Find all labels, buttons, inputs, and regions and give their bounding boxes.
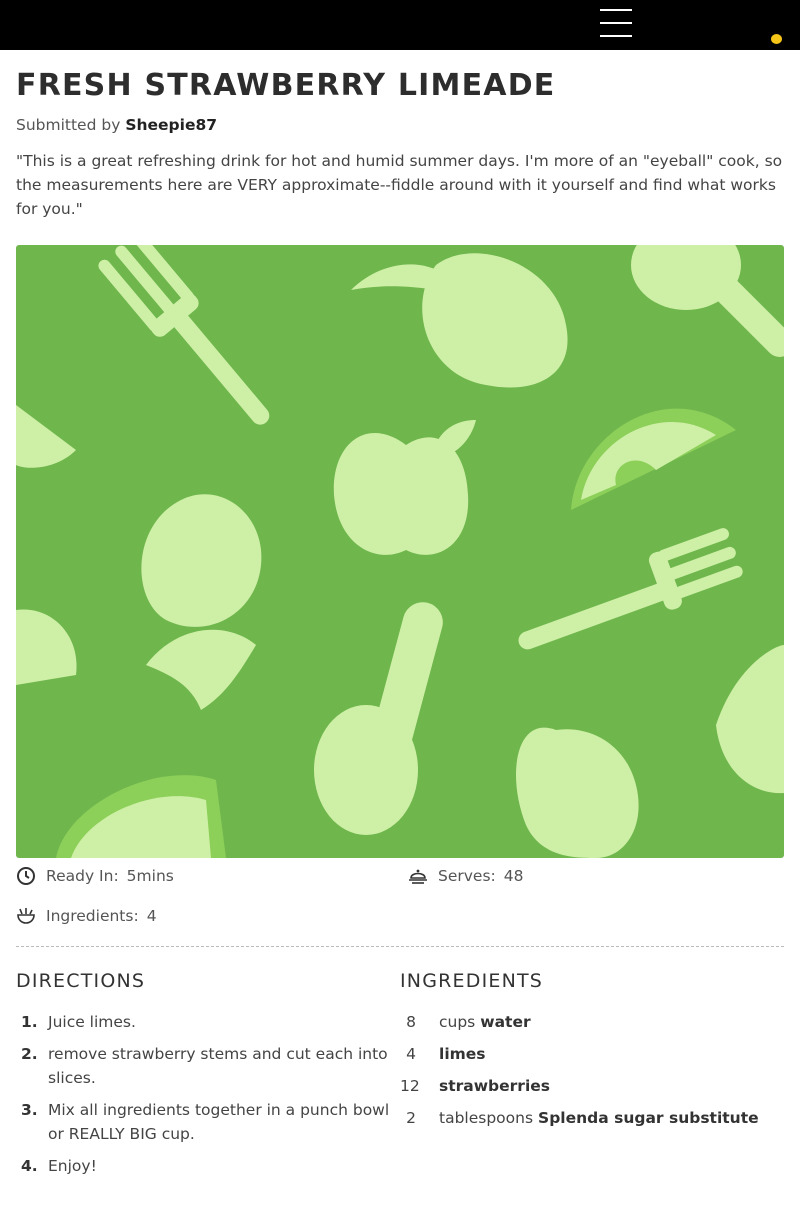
ready-in-label: Ready In: <box>46 867 119 885</box>
clock-icon <box>17 867 35 885</box>
menu-line <box>600 22 632 24</box>
ingredients-heading: INGREDIENTS <box>400 970 544 992</box>
strawberry-illustration <box>351 253 568 388</box>
ready-in-value: 5mins <box>126 867 174 885</box>
direction-step: 3. Mix all ingredients together in a pun… <box>16 1098 396 1146</box>
lime-wedge-illustration <box>56 775 226 858</box>
lime-slice-illustration <box>16 405 76 468</box>
step-text: Enjoy! <box>48 1157 97 1175</box>
direction-step: 2. remove strawberry stems and cut each … <box>16 1042 396 1090</box>
ready-in-info: Ready In: 5mins <box>16 866 174 886</box>
author-link[interactable]: Sheepie87 <box>125 116 217 134</box>
fork-illustration <box>518 528 743 650</box>
ingredient-unit: cups <box>439 1013 476 1031</box>
strawberry-illustration <box>141 494 262 710</box>
spoon-illustration <box>631 245 784 357</box>
submitted-by-label: Submitted by <box>16 116 121 134</box>
serves-info: Serves: 48 <box>408 866 524 886</box>
directions-heading: DIRECTIONS <box>16 970 146 992</box>
ingredient-quantity: 12 <box>400 1077 420 1095</box>
ingredient-item: 8 cups water <box>400 1010 784 1034</box>
spoon-illustration <box>314 602 443 835</box>
ingredient-name: strawberries <box>439 1077 551 1095</box>
hamburger-menu-icon[interactable] <box>598 8 634 38</box>
step-text: remove strawberry stems and cut each int… <box>48 1045 388 1087</box>
recipe-title: FRESH STRAWBERRY LIMEADE <box>16 68 556 103</box>
lemon-slice-illustration <box>16 609 77 685</box>
apple-illustration <box>333 420 476 555</box>
step-number: 1. <box>21 1013 38 1031</box>
step-text: Mix all ingredients together in a punch … <box>48 1101 390 1143</box>
food-pattern-illustration <box>16 245 784 858</box>
ingredient-item: 2 tablespoons Splenda sugar substitute <box>400 1106 784 1130</box>
ingredient-name: limes <box>439 1045 486 1063</box>
lemon-wedge-illustration <box>716 645 784 794</box>
section-divider <box>16 946 784 947</box>
ingredients-count-value: 4 <box>146 907 157 925</box>
serving-dish-icon <box>409 869 427 884</box>
step-number: 3. <box>21 1101 38 1119</box>
ingredients-bowl-icon <box>17 908 35 924</box>
apple-illustration <box>516 727 639 858</box>
step-number: 2. <box>21 1045 38 1063</box>
serves-value: 48 <box>503 867 524 885</box>
step-text: Juice limes. <box>48 1013 136 1031</box>
lime-wedge-illustration <box>571 408 736 510</box>
menu-line <box>600 9 632 11</box>
direction-step: 4. Enjoy! <box>16 1154 396 1178</box>
ingredients-list: 8 cups water 4 limes 12 strawberries 2 t… <box>400 1010 784 1138</box>
ingredient-quantity: 2 <box>406 1109 416 1127</box>
ingredients-count-label: Ingredients: <box>46 907 139 925</box>
recipe-byline: Submitted by Sheepie87 <box>16 116 217 134</box>
ingredients-count-info: Ingredients: 4 <box>16 906 157 926</box>
recipe-description: "This is a great refreshing drink for ho… <box>16 152 783 218</box>
notification-dot[interactable] <box>771 34 782 44</box>
ingredient-quantity: 4 <box>406 1045 416 1063</box>
serves-label: Serves: <box>438 867 496 885</box>
menu-line <box>600 35 632 37</box>
ingredient-name: water <box>480 1013 531 1031</box>
direction-step: 1. Juice limes. <box>16 1010 396 1034</box>
ingredient-item: 12 strawberries <box>400 1074 784 1098</box>
step-number: 4. <box>21 1157 38 1175</box>
top-navigation-bar <box>0 0 800 50</box>
ingredient-unit: tablespoons <box>439 1109 534 1127</box>
recipe-image-placeholder <box>16 245 784 858</box>
directions-list: 1. Juice limes. 2. remove strawberry ste… <box>16 1010 396 1186</box>
fork-illustration <box>98 245 270 425</box>
ingredient-name: Splenda sugar substitute <box>538 1109 759 1127</box>
ingredient-quantity: 8 <box>406 1013 416 1031</box>
ingredient-item: 4 limes <box>400 1042 784 1066</box>
